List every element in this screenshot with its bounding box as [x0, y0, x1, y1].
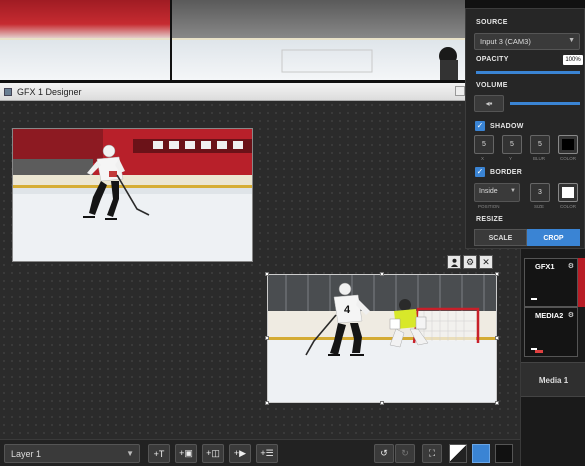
layer-dropdown[interactable]: Layer 1 ▼: [4, 444, 140, 463]
shadow-y-field[interactable]: 5: [502, 135, 522, 154]
designer-toolbar: Layer 1 ▼ +T +▣ +◫ +▶ +☰ ↺ ↻ ⛶: [0, 439, 520, 466]
border-color-swatch[interactable]: [558, 183, 578, 202]
border-size-caption: SIZE: [534, 204, 545, 209]
image-layer-skater[interactable]: [12, 128, 253, 262]
resize-handle[interactable]: [380, 401, 384, 405]
volume-slider[interactable]: [510, 102, 580, 105]
resize-handle[interactable]: [265, 336, 269, 340]
layer-dropdown-value: Layer 1: [11, 449, 42, 459]
app-root: GFX 1 Designer 4 ⚙ ✕ Layer 1 ▼ +T +▣ +◫ …: [0, 0, 585, 466]
source-properties-panel: SOURCE Input 3 (CAM3) ▼ OPACITY 100% VOL…: [465, 8, 585, 249]
image-layer-goalie[interactable]: 4: [267, 274, 497, 403]
shadow-x-caption: X: [481, 156, 485, 161]
add-list-button[interactable]: +☰: [256, 444, 278, 463]
resize-handle[interactable]: [495, 272, 499, 276]
resize-handle[interactable]: [380, 272, 384, 276]
gear-icon[interactable]: ⚙: [568, 311, 574, 319]
add-text-button[interactable]: +T: [148, 444, 170, 463]
thumbnail-marker: [531, 298, 537, 300]
add-image-button[interactable]: +▣: [175, 444, 197, 463]
resize-handle[interactable]: [495, 401, 499, 405]
opacity-slider[interactable]: [476, 71, 580, 74]
shadow-color-swatch[interactable]: [558, 135, 578, 154]
gear-icon[interactable]: ⚙: [463, 255, 477, 269]
chevron-down-icon: ▼: [126, 449, 134, 458]
shadow-label: SHADOW: [490, 123, 524, 130]
border-size-field[interactable]: 3: [530, 183, 550, 202]
app-icon: [4, 87, 12, 96]
thumbnail-gfx1-label: GFX1: [535, 262, 555, 271]
input-thumbnails: GFX1 ⚙ MEDIA2 ⚙ Media 1: [520, 249, 585, 466]
shadow-y-caption: Y: [509, 156, 513, 161]
opacity-label: OPACITY: [476, 56, 509, 63]
border-label: BORDER: [490, 169, 523, 176]
minimize-button[interactable]: [455, 86, 465, 96]
chevron-down-icon: ▼: [510, 188, 516, 194]
redo-button[interactable]: ↻: [395, 444, 415, 463]
preview-right[interactable]: [172, 0, 465, 80]
view-dark-button[interactable]: [495, 444, 513, 463]
thumbnail-media1[interactable]: Media 1: [521, 362, 585, 397]
undo-button[interactable]: ↺: [374, 444, 394, 463]
resize-handle[interactable]: [265, 272, 269, 276]
close-icon[interactable]: ✕: [479, 255, 493, 269]
thumbnail-gfx1[interactable]: GFX1 ⚙: [524, 258, 578, 307]
border-position-dropdown[interactable]: Inside ▼: [474, 183, 520, 202]
shadow-blur-caption: BLUR: [533, 156, 546, 161]
user-icon[interactable]: [447, 255, 461, 269]
design-canvas[interactable]: 4 ⚙ ✕: [0, 101, 520, 439]
window-title: GFX 1 Designer: [17, 86, 82, 97]
border-color-caption: COLOR: [560, 204, 577, 209]
layer-tools: ⚙ ✕: [447, 255, 493, 269]
shadow-checkbox[interactable]: ✓: [475, 121, 485, 131]
crop-button[interactable]: CROP: [527, 229, 580, 246]
scale-button[interactable]: SCALE: [474, 229, 527, 246]
shadow-color-caption: COLOR: [560, 156, 577, 161]
source-dropdown[interactable]: Input 3 (CAM3) ▼: [474, 33, 580, 50]
gfx-designer-window: GFX 1 Designer 4 ⚙ ✕ Layer 1 ▼ +T +▣ +◫ …: [0, 83, 520, 466]
svg-text:4: 4: [344, 304, 351, 316]
opacity-value: 100%: [563, 55, 583, 65]
thumbnail-media2[interactable]: MEDIA2 ⚙: [524, 307, 578, 357]
thumbnail-media2-label: MEDIA2: [535, 311, 564, 320]
border-checkbox[interactable]: ✓: [475, 167, 485, 177]
volume-label: VOLUME: [476, 82, 508, 89]
preview-left[interactable]: [0, 0, 170, 80]
border-position-caption: POSITION: [478, 204, 500, 209]
shadow-blur-field[interactable]: 5: [530, 135, 550, 154]
source-dropdown-value: Input 3 (CAM3): [480, 37, 531, 46]
view-blue-button[interactable]: [472, 444, 490, 463]
source-label: SOURCE: [476, 19, 508, 26]
designer-titlebar: GFX 1 Designer: [0, 83, 520, 101]
resize-handle[interactable]: [265, 401, 269, 405]
chevron-down-icon: ▼: [568, 37, 575, 44]
speaker-icon[interactable]: ◂▪: [474, 95, 504, 112]
shadow-x-field[interactable]: 5: [474, 135, 494, 154]
resize-label: RESIZE: [476, 216, 504, 223]
add-video-button[interactable]: +◫: [202, 444, 224, 463]
thumbnail-preview-edge: [578, 258, 585, 307]
resize-handle[interactable]: [495, 336, 499, 340]
border-position-value: Inside: [479, 188, 498, 195]
view-light-button[interactable]: [449, 444, 467, 463]
add-camera-button[interactable]: +▶: [229, 444, 251, 463]
fit-canvas-button[interactable]: ⛶: [422, 444, 442, 463]
gear-icon[interactable]: ⚙: [568, 262, 574, 270]
thumbnail-live-indicator: [535, 350, 543, 353]
